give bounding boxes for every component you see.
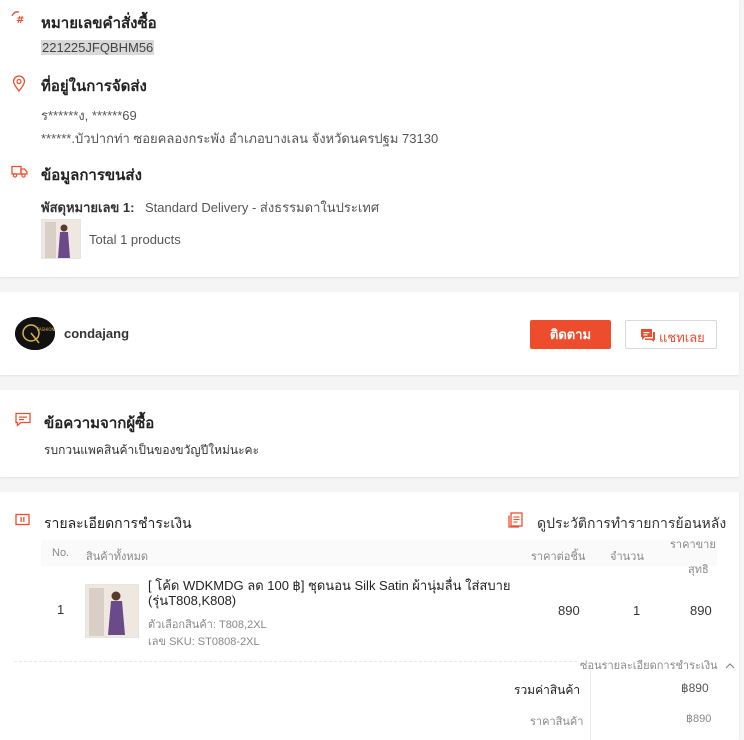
summary-value-subtotal: ฿890 [681,681,709,695]
total-products: Total 1 products [89,232,181,247]
chat-icon [641,329,655,342]
row-qty: 1 [633,603,641,618]
svg-text:FASHION: FASHION [37,327,55,332]
shop-card: FASHION condajang ติดตาม แชทเลย [0,292,739,375]
address-line: ******.บัวปากท่า ซอยคลองกระพัง อำเภอบางเ… [41,131,439,146]
payment-title: รายละเอียดการชำระเงิน [44,515,192,531]
summary-divider [590,670,591,740]
shop-name[interactable]: condajang [64,326,129,341]
parcel-label: พัสดุหมายเลข 1: [41,200,135,215]
payment-icon [15,513,30,526]
message-icon [15,412,31,427]
row-net: 890 [690,603,712,618]
history-link[interactable]: ดูประวัติการทำรายการย้อนหลัง [537,513,726,535]
col-no: No. [52,547,70,559]
payment-card: รายละเอียดการชำระเงิน ดูประวัติการทำรายก… [0,492,739,740]
chat-button[interactable]: แชทเลย [625,320,717,349]
buyer-message-text: รบกวนแพคสินค้าเป็นของขวัญปีใหม่นะคะ [44,443,260,457]
row-product-name-line2[interactable]: (รุ่นT808,K808) [148,590,236,611]
truck-icon [11,165,28,178]
row-product-thumbnail[interactable] [85,584,139,638]
parcel-product-thumbnail[interactable] [41,219,81,259]
address-name: ร******ง, ******69 [41,108,137,123]
col-qty: จำนวน [610,551,644,563]
hide-details-label: ซ่อนรายละเอียดการชำระเงิน [580,660,718,672]
summary-label-subtotal: รวมค่าสินค้า [514,683,581,697]
buyer-message-card: ข้อความจากผู้ซื้อ รบกวนแพคสินค้าเป็นของข… [0,390,739,477]
row-no: 1 [57,602,65,617]
shipping-title: ข้อมูลการขนส่ง [41,167,142,184]
hash-icon: # [11,11,24,26]
order-info-card: # หมายเลขคำสั่งซื้อ 221225JFQBHM56 ที่อย… [0,0,739,277]
parcel-value: Standard Delivery - ส่งธรรมดาในประเทศ [145,200,380,215]
order-number-title: หมายเลขคำสั่งซื้อ [41,15,157,32]
col-net-line1: ราคาขาย [670,539,716,551]
history-icon [508,512,523,528]
shop-logo-icon: FASHION [15,317,55,350]
location-pin-icon [12,75,26,93]
row-product-image [86,585,138,637]
col-products: สินค้าทั้งหมด [86,551,149,563]
product-image [42,220,80,258]
buyer-message-title: ข้อความจากผู้ซื้อ [44,415,155,432]
col-unit-price: ราคาต่อชิ้น [531,551,586,563]
summary-value-price: ฿890 [686,713,712,725]
row-unit-price: 890 [558,603,580,618]
shop-avatar[interactable]: FASHION [15,317,55,350]
order-number-value[interactable]: 221225JFQBHM56 [41,40,155,55]
follow-button[interactable]: ติดตาม [530,320,611,349]
address-title: ที่อยู่ในการจัดส่ง [41,78,147,95]
hide-details-toggle[interactable]: ซ่อนรายละเอียดการชำระเงิน [578,656,738,672]
summary-label-price: ราคาสินค้า [530,716,584,728]
chevron-up-icon [725,663,735,669]
chat-button-label: แชทเลย [659,330,705,345]
row-sku: เลข SKU: ST0808-2XL [148,636,260,648]
row-variation: ตัวเลือกสินค้า: T808,2XL [148,619,267,631]
svg-text:#: # [16,15,24,26]
